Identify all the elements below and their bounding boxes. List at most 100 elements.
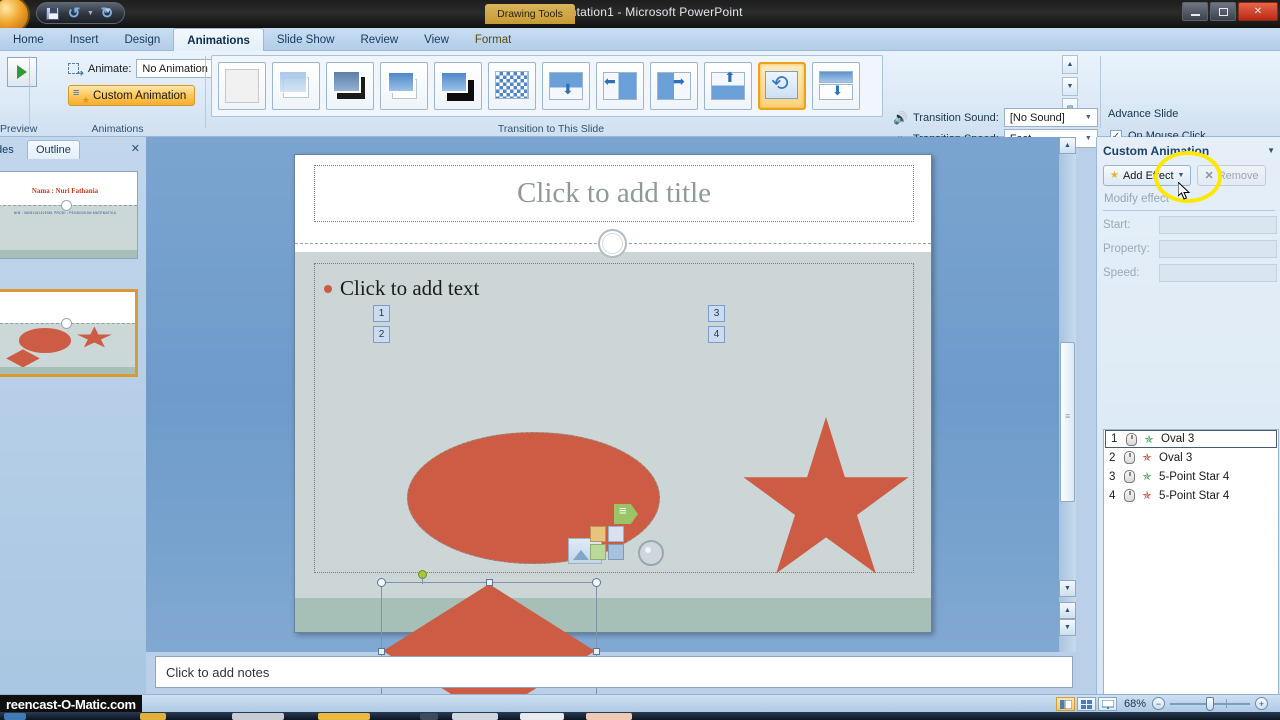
star-icon: ★ [1110, 170, 1119, 181]
speed-dropdown[interactable] [1159, 264, 1277, 282]
next-slide-button[interactable]: ▼ [1059, 619, 1076, 636]
custom-animation-pane: Custom Animation ▼ ★ Add Effect ▼ ✕ Remo… [1096, 137, 1280, 720]
slide-edit-area: Click to add title Click to add text 1 2… [146, 137, 1076, 720]
resize-handle-w[interactable] [378, 648, 385, 655]
transition-none[interactable] [218, 62, 266, 110]
taskbar-item[interactable] [520, 713, 564, 720]
scroll-down-button[interactable]: ▼ [1059, 580, 1076, 597]
remove-label: Remove [1217, 169, 1259, 182]
divider [1103, 210, 1275, 211]
scrollbar-thumb[interactable] [1060, 342, 1075, 502]
animation-tag-2[interactable]: 2 [373, 326, 390, 343]
body-placeholder[interactable]: Click to add text 1 2 3 4 [314, 263, 914, 720]
transition-wedge-selected[interactable]: ⟲ [758, 62, 806, 110]
previous-slide-button[interactable]: ▲ [1059, 602, 1076, 619]
transition-fade-smoothly[interactable] [380, 62, 428, 110]
slide-canvas[interactable]: Click to add title Click to add text 1 2… [294, 154, 932, 720]
insert-photo-icon[interactable] [608, 544, 624, 560]
transition-sound-dropdown[interactable]: [No Sound] ▼ [1003, 108, 1098, 127]
minimize-button[interactable] [1182, 2, 1208, 21]
shape-star[interactable] [743, 417, 909, 574]
transition-sound-value: [No Sound] [1009, 111, 1065, 124]
list-item[interactable]: 1 ✯ Oval 3 [1105, 430, 1277, 448]
transition-sound-label: Transition Sound: [913, 111, 999, 124]
tab-outline[interactable]: Outline [27, 140, 80, 159]
maximize-button[interactable] [1210, 2, 1236, 21]
list-item[interactable]: 3 ✯ 5-Point Star 4 [1104, 467, 1278, 486]
transition-wipe-right[interactable]: ➡ [650, 62, 698, 110]
zoom-thumb[interactable] [1206, 696, 1214, 711]
insert-chart-icon[interactable] [614, 504, 638, 524]
insert-clipart-icon[interactable] [608, 526, 624, 542]
transition-dissolve[interactable] [488, 62, 536, 110]
slide-show-view-button[interactable] [1098, 697, 1117, 711]
tab-slide-show[interactable]: Slide Show [264, 28, 348, 51]
animation-tag-1[interactable]: 1 [373, 305, 390, 322]
slide-vertical-scrollbar[interactable]: ▲ ▼ ▲ ▼ [1059, 137, 1076, 652]
start-dropdown[interactable] [1159, 216, 1277, 234]
slide-thumbnail-2[interactable] [0, 289, 138, 377]
item-label: 5-Point Star 4 [1159, 470, 1230, 483]
tab-design[interactable]: Design [111, 28, 173, 51]
transition-cut-black[interactable] [326, 62, 374, 110]
zoom-level[interactable]: 68% [1124, 698, 1146, 710]
tab-review[interactable]: Review [347, 28, 411, 51]
list-item[interactable]: 2 ✯ Oval 3 [1104, 448, 1278, 467]
title-bar: ↺ ▼ ↻ ▼ Presentation1 - Microsoft PowerP… [0, 0, 1280, 34]
scroll-up-button[interactable]: ▲ [1059, 137, 1076, 154]
notes-placeholder-text: Click to add notes [166, 664, 270, 680]
custom-animation-button[interactable]: Custom Animation [68, 85, 196, 106]
zoom-track[interactable] [1170, 696, 1250, 711]
tab-slides[interactable]: des [0, 140, 22, 159]
transition-cut[interactable] [272, 62, 320, 110]
taskbar-item[interactable] [586, 713, 632, 720]
notes-pane[interactable]: Click to add notes [155, 656, 1073, 688]
taskbar-item[interactable] [232, 713, 284, 720]
thumb-shape-oval [18, 328, 71, 353]
tab-insert[interactable]: Insert [57, 28, 112, 51]
transition-wipe-up[interactable]: ⬆ [704, 62, 752, 110]
normal-view-button[interactable] [1056, 697, 1075, 711]
taskbar-item[interactable] [318, 713, 370, 720]
tab-format[interactable]: Format [462, 28, 524, 51]
remove-effect-button[interactable]: ✕ Remove [1197, 165, 1266, 186]
taskbar-item[interactable] [420, 713, 438, 720]
zoom-out-button[interactable]: − [1152, 697, 1165, 710]
chevron-down-icon: ▼ [1177, 172, 1185, 179]
transition-fade-through-black[interactable] [434, 62, 482, 110]
tab-animations[interactable]: Animations [173, 28, 264, 52]
transition-wipe-down[interactable]: ⬇ [542, 62, 590, 110]
speed-field-row: Speed: [1103, 264, 1277, 282]
animation-tag-3[interactable]: 3 [708, 305, 725, 322]
gallery-scroll-down[interactable]: ▼ [1062, 76, 1078, 96]
taskbar-item[interactable] [140, 713, 166, 720]
zoom-slider[interactable]: − + [1152, 696, 1268, 711]
close-pane-icon[interactable]: ✕ [131, 142, 140, 155]
item-label: Oval 3 [1161, 433, 1195, 445]
task-pane-menu-icon[interactable]: ▼ [1267, 146, 1275, 155]
animation-list[interactable]: 1 ✯ Oval 3 2 ✯ Oval 3 3 ✯ 5-Point Star 4… [1103, 429, 1279, 720]
resize-handle-ne[interactable] [592, 578, 601, 587]
zoom-in-button[interactable]: + [1255, 697, 1268, 710]
resize-handle-n[interactable] [486, 579, 493, 586]
transition-wipe-left[interactable]: ⬅ [596, 62, 644, 110]
taskbar-item[interactable] [452, 713, 498, 720]
slide-sorter-button[interactable] [1077, 697, 1096, 711]
insert-media-icon[interactable] [638, 540, 664, 566]
list-item[interactable]: 4 ✯ 5-Point Star 4 [1104, 486, 1278, 505]
insert-table-icon[interactable] [590, 526, 606, 542]
taskbar-item[interactable] [4, 713, 26, 720]
resize-handle-nw[interactable] [377, 578, 386, 587]
tab-home[interactable]: Home [0, 28, 57, 51]
tab-view[interactable]: View [411, 28, 462, 51]
animation-tag-4[interactable]: 4 [708, 326, 725, 343]
mouse-cursor [1178, 182, 1191, 200]
gallery-scroll-up[interactable]: ▲ [1062, 55, 1078, 74]
close-button[interactable]: ✕ [1238, 2, 1278, 21]
resize-handle-e[interactable] [593, 648, 600, 655]
insert-smartart-icon[interactable] [590, 544, 606, 560]
slide-thumbnail-1[interactable]: Nama : Nuri Fathania NIM : 0608118141908… [0, 171, 138, 259]
property-dropdown[interactable] [1159, 240, 1277, 258]
title-placeholder[interactable]: Click to add title [314, 165, 914, 222]
transition-split-vertical[interactable]: ⬇ [812, 62, 860, 110]
